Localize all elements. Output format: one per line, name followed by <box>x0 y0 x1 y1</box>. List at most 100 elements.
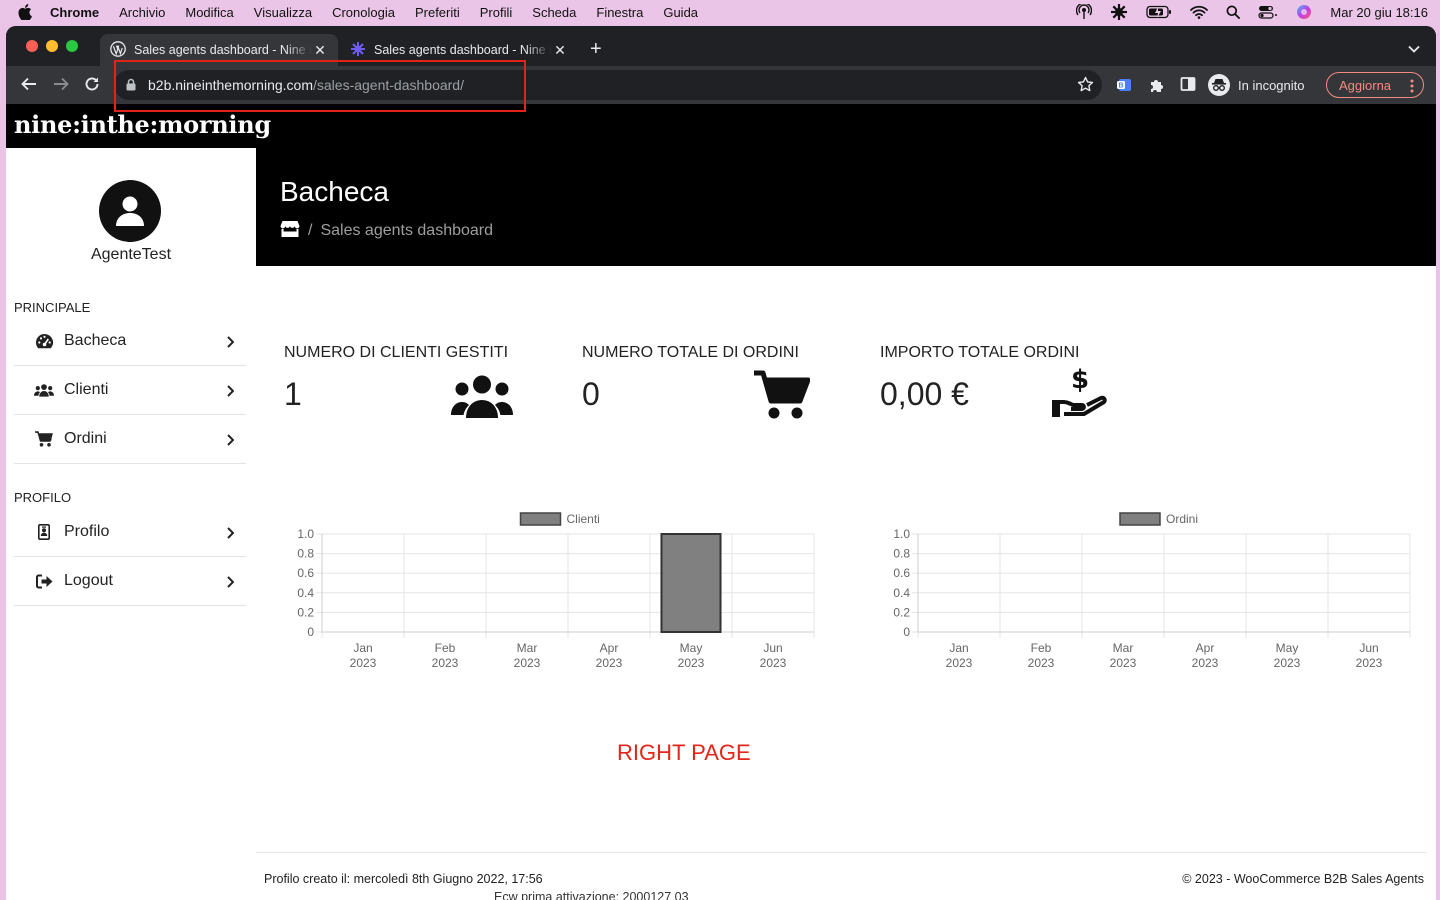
chevron-right-icon <box>227 526 235 544</box>
extensions-puzzle-icon[interactable] <box>1148 76 1166 99</box>
chart-ordini: Ordini 0 0.2 0.4 0.6 0.8 1.0 Jan 2023 Feb 2023 Mar 2… <box>880 492 1420 687</box>
y-tick-label: 1.0 <box>297 527 314 541</box>
tab-search-chevron-icon[interactable] <box>1408 40 1420 58</box>
page-viewport: nine:inthe:morning AgenteTest PRINCIPALE… <box>6 104 1436 900</box>
update-label: Aggiorna <box>1339 77 1392 93</box>
close-window-button[interactable] <box>26 40 38 52</box>
chart-clienti: Clienti 0 0.2 0.4 0.6 0.8 1.0 Jan 2023 Feb 2023 Mar… <box>284 492 824 687</box>
x-tick-label: Jan 2023 <box>946 641 973 670</box>
x-tick-label: May 2023 <box>678 641 705 670</box>
minimize-window-button[interactable] <box>46 40 58 52</box>
x-tick-label: Feb 2023 <box>1028 641 1055 670</box>
stat-label: IMPORTO TOTALE ORDINI <box>880 344 1080 361</box>
legend-swatch <box>1119 512 1161 526</box>
menu-finestra[interactable]: Finestra <box>596 5 643 20</box>
x-tick-label: Jun 2023 <box>1356 641 1383 670</box>
chevron-right-icon <box>227 575 235 593</box>
menu-cronologia[interactable]: Cronologia <box>332 5 395 20</box>
update-chrome-button[interactable]: Aggiorna <box>1326 72 1424 98</box>
stat-clienti: NUMERO DI CLIENTI GESTITI 1 <box>284 344 544 434</box>
zoom-window-button[interactable] <box>66 40 78 52</box>
sidebar-item-logout[interactable]: Logout <box>14 557 246 606</box>
bookmark-star-icon[interactable] <box>1077 76 1094 98</box>
breadcrumb-current: Sales agents dashboard <box>320 222 494 239</box>
chevron-right-icon <box>227 384 235 402</box>
url-highlight-box <box>114 60 526 112</box>
menu-scheda[interactable]: Scheda <box>532 5 576 20</box>
sidebar-item-label: Bacheca <box>64 332 127 349</box>
back-arrow-icon[interactable] <box>20 75 38 98</box>
cart-icon <box>34 431 54 447</box>
menu-archivio[interactable]: Archivio <box>119 5 165 20</box>
section-label-profilo: PROFILO <box>14 490 72 505</box>
close-tab-icon[interactable]: ✕ <box>552 42 568 59</box>
forward-arrow-icon[interactable] <box>52 75 70 98</box>
gear-flower-icon[interactable] <box>1110 3 1128 21</box>
macos-menu-bar: Chrome Archivio Modifica Visualizza Cron… <box>0 0 1440 24</box>
chevron-right-icon <box>227 335 235 353</box>
close-tab-icon[interactable]: ✕ <box>312 42 328 59</box>
apple-icon[interactable] <box>18 4 36 20</box>
y-tick-label: 0.8 <box>297 547 314 561</box>
sidebar-item-ordini[interactable]: Ordini <box>14 415 246 464</box>
siri-icon[interactable] <box>1296 4 1312 20</box>
x-tick-label: Apr 2023 <box>596 641 623 670</box>
side-panel-icon[interactable] <box>1180 76 1196 97</box>
menu-app-chrome[interactable]: Chrome <box>50 5 99 20</box>
y-tick-label: 0.8 <box>893 547 910 561</box>
new-tab-button[interactable]: + <box>590 38 602 60</box>
wifi-icon[interactable] <box>1190 5 1209 19</box>
sidebar-item-profilo[interactable]: Profilo <box>14 508 246 557</box>
profile-created-text: Profilo creato il: mercoledì 8th Giugno … <box>264 872 543 886</box>
menu-visualizza[interactable]: Visualizza <box>254 5 312 20</box>
x-tick-label: Apr 2023 <box>1192 641 1219 670</box>
translate-extension-icon[interactable]: B <box>1116 76 1134 99</box>
sidebar-item-bacheca[interactable]: Bacheca <box>14 317 246 366</box>
sidebar: AgenteTest PRINCIPALE Bacheca Clienti Or… <box>6 148 256 900</box>
sidebar-item-label: Logout <box>64 572 113 589</box>
sidebar-item-label: Ordini <box>64 430 107 447</box>
y-tick-label: 1.0 <box>893 527 910 541</box>
window-controls <box>26 40 78 52</box>
breadcrumb: / Sales agents dashboard <box>280 220 493 242</box>
menu-guida[interactable]: Guida <box>663 5 698 20</box>
chart-ordini-svg: Ordini 0 0.2 0.4 0.6 0.8 1.0 Jan 2023 Feb 2023 Mar 2… <box>893 512 1411 670</box>
menu-modifica[interactable]: Modifica <box>185 5 233 20</box>
legend-label: Clienti <box>567 512 600 526</box>
menu-profili[interactable]: Profili <box>480 5 513 20</box>
id-badge-icon <box>34 524 54 540</box>
stat-value: 0,00 € <box>880 376 969 412</box>
store-icon[interactable] <box>280 220 300 242</box>
spotlight-search-icon[interactable] <box>1226 5 1241 19</box>
breadcrumb-separator: / <box>308 222 313 239</box>
battery-icon[interactable] <box>1146 5 1172 19</box>
more-menu-icon[interactable] <box>1410 78 1414 97</box>
sidebar-item-label: Profilo <box>64 523 110 540</box>
reload-icon[interactable] <box>83 75 101 98</box>
site-logo[interactable]: nine:inthe:morning <box>14 110 271 139</box>
airdrop-icon[interactable] <box>1076 4 1093 20</box>
legend-swatch <box>519 512 562 526</box>
control-center-icon[interactable] <box>1258 5 1278 19</box>
section-label-principale: PRINCIPALE <box>14 300 91 315</box>
stat-label: NUMERO TOTALE DI ORDINI <box>582 344 799 361</box>
incognito-profile-button[interactable]: In incognito <box>1208 72 1305 98</box>
stat-value: 1 <box>284 376 302 412</box>
menubar-datetime[interactable]: Mar 20 giu 18:16 <box>1330 5 1428 20</box>
footer-divider <box>256 852 1426 853</box>
stat-label: NUMERO DI CLIENTI GESTITI <box>284 344 509 361</box>
user-avatar-icon <box>99 180 161 242</box>
x-tick-label: May 2023 <box>1274 641 1301 670</box>
sidebar-item-clienti[interactable]: Clienti <box>14 366 246 415</box>
y-tick-label: 0 <box>903 625 910 639</box>
dashboard-gauge-icon <box>34 333 54 349</box>
menu-preferiti[interactable]: Preferiti <box>415 5 460 20</box>
hand-dollar-icon: $ <box>1052 365 1108 423</box>
x-tick-label: Mar 2023 <box>1110 641 1137 670</box>
svg-text:$: $ <box>1071 366 1089 395</box>
y-tick-label: 0.6 <box>297 566 314 580</box>
chevron-right-icon <box>227 433 235 451</box>
y-tick-label: 0.6 <box>893 566 910 580</box>
x-tick-label: Mar 2023 <box>514 641 541 670</box>
x-tick-label: Feb 2023 <box>432 641 459 670</box>
